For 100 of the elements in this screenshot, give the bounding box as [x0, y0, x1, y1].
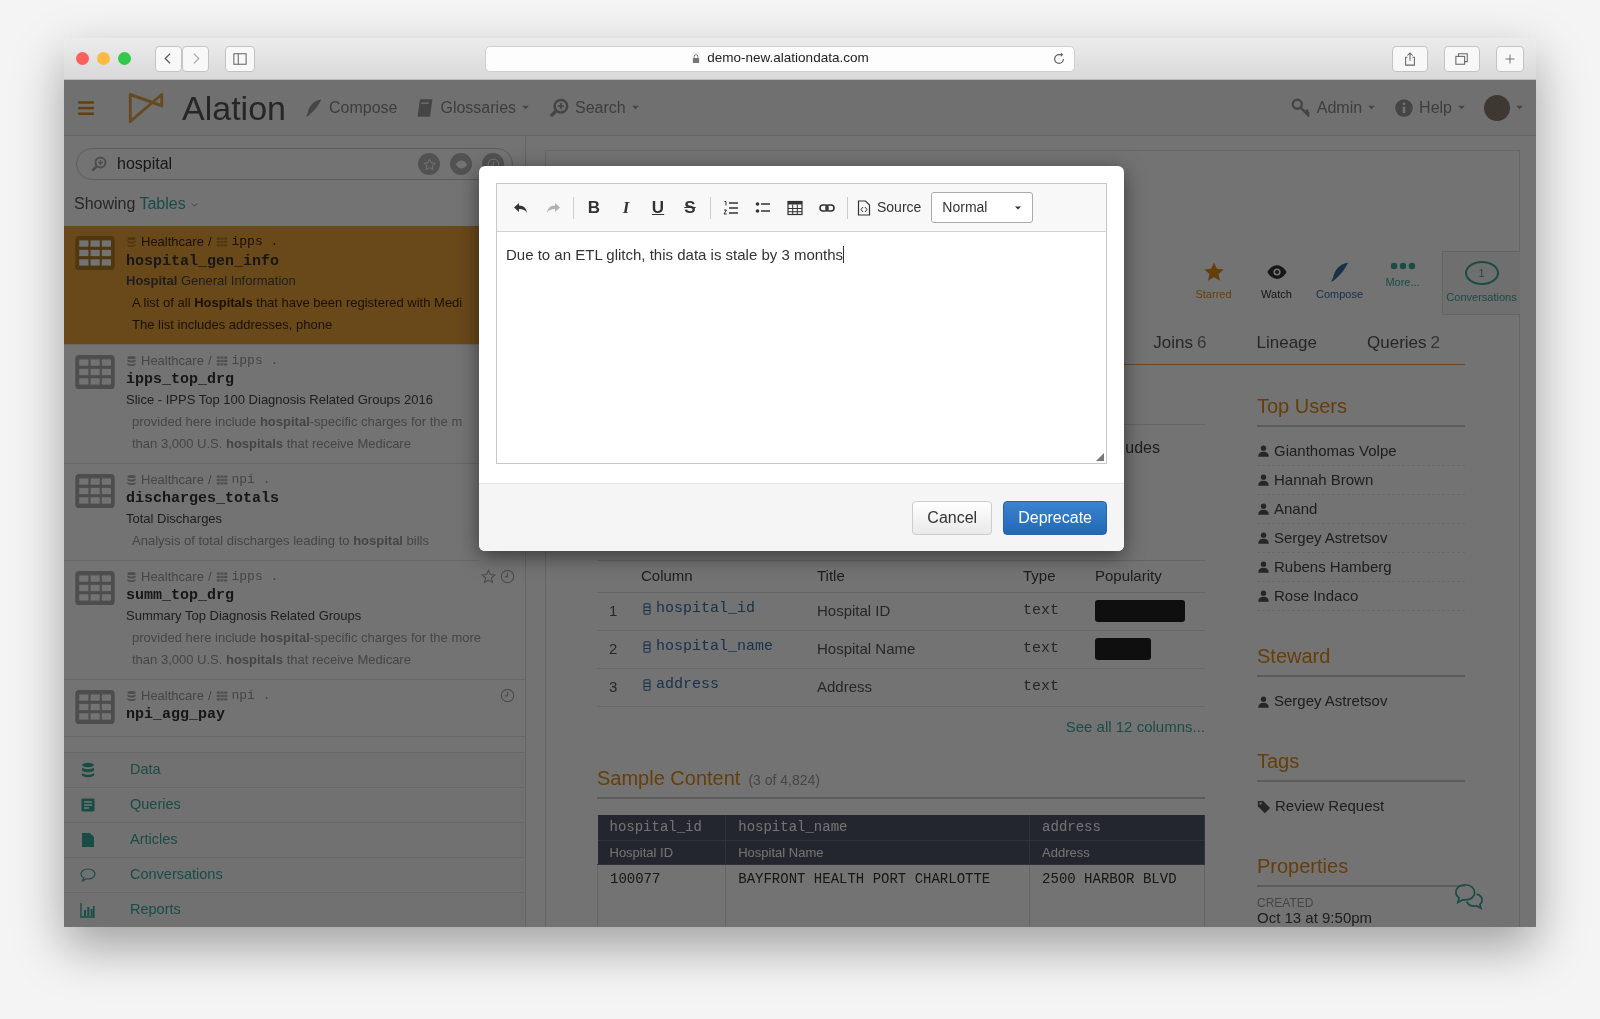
- conversations-button[interactable]: 1 Conversations: [1442, 251, 1520, 315]
- schema-icon: [215, 235, 228, 248]
- list-icon: [80, 797, 96, 813]
- speech-bubble-icon: [80, 867, 96, 883]
- column-header: Popularity: [1095, 561, 1205, 592]
- caret-icon: [1515, 103, 1524, 112]
- column-link[interactable]: hospital_id: [641, 598, 756, 621]
- column-header: Column: [641, 561, 817, 592]
- menu-icon: [76, 98, 96, 117]
- column-link[interactable]: address: [641, 674, 719, 697]
- user-icon: [1257, 694, 1270, 709]
- tab[interactable]: Joins 6: [1128, 329, 1232, 356]
- column-icon: [641, 601, 653, 618]
- user-name[interactable]: Rose Indaco: [1274, 584, 1359, 608]
- property-value: Oct 13 at 9:50pm: [1257, 910, 1374, 927]
- window-control-button[interactable]: [76, 52, 89, 65]
- window-control-button[interactable]: [118, 52, 131, 65]
- action-button[interactable]: Compose: [1308, 261, 1371, 321]
- user-icon: [1257, 502, 1270, 516]
- row-number: 2: [597, 630, 641, 668]
- source-button[interactable]: Source: [852, 193, 926, 222]
- user-name[interactable]: Sergey Astretsov: [1274, 690, 1388, 713]
- cancel-button[interactable]: Cancel: [912, 500, 993, 535]
- italic-button[interactable]: I: [610, 193, 642, 222]
- column-header: address: [1029, 814, 1205, 840]
- new-tab-button[interactable]: [1496, 45, 1524, 72]
- user-icon: [1257, 473, 1270, 487]
- document-icon: [80, 832, 96, 848]
- underline-button[interactable]: U: [642, 193, 674, 222]
- see-all-link[interactable]: See all 12 columns...: [1065, 717, 1205, 735]
- star-filter-button[interactable]: [418, 153, 440, 175]
- table-cell: BAYFRONT HEALTH PORT CHARLOTTE: [725, 864, 1030, 927]
- bold-button[interactable]: B: [578, 193, 610, 222]
- numbered-list-icon: [723, 199, 739, 216]
- editor-text-area[interactable]: Due to an ETL glitch, this data is stale by 3 months: [497, 232, 1106, 463]
- user-name[interactable]: Hannah Brown: [1274, 468, 1374, 492]
- path-separator: /: [207, 352, 212, 370]
- plus-icon: [1504, 52, 1516, 65]
- caret-icon: [521, 103, 531, 112]
- strike-button[interactable]: S: [674, 193, 706, 222]
- sidebar-nav-item[interactable]: Conversations: [64, 857, 525, 892]
- schema-icon: [215, 354, 228, 367]
- conversations-label: Conversations: [1446, 289, 1517, 305]
- share-icon: [1403, 51, 1417, 66]
- share-button[interactable]: [1392, 45, 1428, 72]
- sidebar-nav-item[interactable]: Data: [64, 752, 525, 787]
- action-button[interactable]: More...: [1371, 261, 1434, 321]
- section-heading: Steward: [1257, 644, 1332, 669]
- user-name[interactable]: Gianthomas Volpe: [1274, 439, 1397, 463]
- deprecate-button[interactable]: Deprecate: [1003, 500, 1107, 535]
- column-header: Hospital ID: [597, 840, 726, 865]
- tag-name[interactable]: Review Request: [1275, 795, 1385, 818]
- table-title: Slice - IPPS Top 100 Diagnosis Related Groups 2016: [126, 391, 434, 409]
- tab[interactable]: Lineage: [1231, 329, 1342, 356]
- eye-icon: [454, 157, 468, 171]
- column-link[interactable]: hospital_name: [641, 636, 774, 659]
- code-file-icon: [856, 199, 872, 216]
- search-result[interactable]: Healthcare / ipps . hospital_gen_info Hospital General Information A list of all Hospitals that have been registered with Medi The list includes addresses, phone: [64, 226, 479, 345]
- schema-name: ipps .: [231, 233, 279, 251]
- table-name[interactable]: npi_agg_pay: [126, 705, 517, 725]
- user-name[interactable]: Sergey Astretsov: [1274, 526, 1388, 550]
- table-name[interactable]: ipps_top_drg: [126, 370, 471, 390]
- path-separator: /: [207, 567, 212, 586]
- description-text: A list of all Hospitals that have been registered with Medi: [131, 293, 464, 312]
- caret-icon: [630, 103, 640, 112]
- user-icon: [1257, 560, 1270, 574]
- filter-dropdown[interactable]: Tables: [139, 192, 199, 216]
- table-name[interactable]: hospital_gen_info: [126, 251, 471, 271]
- forward-button[interactable]: [182, 45, 209, 72]
- user-name[interactable]: Rubens Hamberg: [1274, 555, 1392, 579]
- sidebar-nav-item[interactable]: Queries: [64, 787, 525, 822]
- user-menu[interactable]: [1484, 94, 1524, 121]
- tab[interactable]: Queries 2: [1342, 329, 1465, 356]
- table-cell: Hospital Name: [817, 630, 1023, 668]
- action-button[interactable]: Watch: [1245, 261, 1308, 321]
- caret-icon: [1457, 103, 1466, 112]
- database-icon: [126, 354, 137, 367]
- schema-icon: [215, 473, 228, 486]
- column-header: hospital_name: [725, 814, 1030, 840]
- sidebar-nav-item[interactable]: Articles: [64, 822, 525, 857]
- database-icon: [80, 762, 96, 778]
- column-icon: [641, 639, 653, 656]
- table-title: Summary Top Diagnosis Related Groups: [126, 606, 363, 625]
- schema-icon: [215, 570, 228, 583]
- back-button[interactable]: [155, 45, 182, 72]
- watch-filter-button[interactable]: [450, 153, 472, 175]
- user-name[interactable]: Anand: [1274, 497, 1318, 521]
- format-dropdown[interactable]: Normal: [931, 192, 1034, 223]
- path-separator: /: [207, 470, 212, 489]
- search-input[interactable]: hospital: [117, 152, 408, 176]
- sidebar-button[interactable]: [225, 45, 255, 72]
- column-header: Title: [817, 561, 1023, 592]
- sidebar-nav-item[interactable]: Reports: [64, 892, 525, 927]
- address-bar[interactable]: demo-new.alationdata.com: [485, 45, 1075, 72]
- table-cell: Address: [817, 668, 1023, 706]
- tabs-button[interactable]: [1444, 45, 1480, 72]
- table-name[interactable]: summ_top_drg: [126, 586, 517, 606]
- star-icon: [422, 157, 436, 171]
- table-name[interactable]: discharges_totals: [126, 489, 471, 509]
- action-button[interactable]: Starred: [1182, 261, 1245, 321]
